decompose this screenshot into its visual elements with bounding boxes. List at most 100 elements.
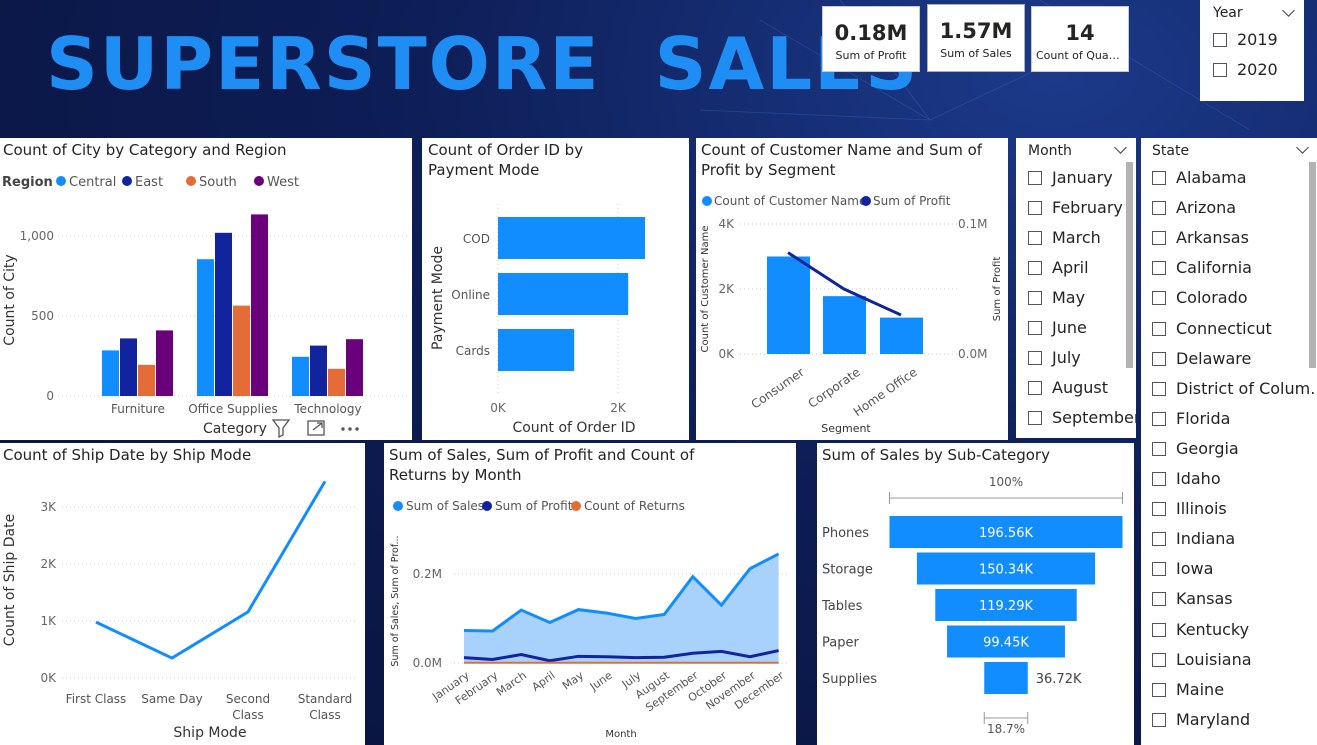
chart-shipdate-by-mode[interactable]: Count of Ship Date by Ship Mode 0K 1K 2K 3K… xyxy=(0,443,365,745)
checkbox[interactable] xyxy=(1152,231,1166,246)
checkbox[interactable] xyxy=(1152,171,1166,185)
legend-label: Central xyxy=(69,175,116,190)
checkbox[interactable] xyxy=(1152,321,1166,336)
checkbox[interactable] xyxy=(1152,291,1166,306)
checkbox[interactable] xyxy=(1152,351,1166,366)
checkbox[interactable] xyxy=(1028,291,1042,305)
state-option[interactable]: Louisiana xyxy=(1152,650,1252,669)
x-axis-title: Segment xyxy=(821,422,871,435)
state-option[interactable]: Florida xyxy=(1152,409,1230,428)
month-option[interactable]: May xyxy=(1028,288,1085,307)
checkbox[interactable] xyxy=(1152,201,1166,216)
checkbox[interactable] xyxy=(1213,63,1227,77)
chart-customers-by-segment[interactable]: Count of Customer Name and Sum of Profit… xyxy=(696,138,1008,440)
data-label: 196.56K xyxy=(979,526,1033,541)
state-option[interactable]: Kansas xyxy=(1152,589,1233,608)
state-option[interactable]: Kentucky xyxy=(1152,620,1249,639)
x-axis-title: Count of Order ID xyxy=(512,420,635,436)
month-option[interactable]: July xyxy=(1028,348,1081,367)
state-option[interactable]: California xyxy=(1152,258,1252,277)
checkbox[interactable] xyxy=(1152,652,1166,667)
bar xyxy=(138,364,155,396)
checkbox[interactable] xyxy=(1152,592,1166,607)
month-option[interactable]: January xyxy=(1028,168,1113,187)
chart-sales-by-month[interactable]: Sum of Sales, Sum of Profit and Count of… xyxy=(384,443,796,745)
x-axis-title: Ship Mode xyxy=(173,725,246,741)
checkbox[interactable] xyxy=(1152,532,1166,547)
checkbox[interactable] xyxy=(1028,201,1042,215)
option-label: 2020 xyxy=(1237,60,1278,79)
state-option[interactable]: Alabama xyxy=(1152,168,1247,187)
checkbox[interactable] xyxy=(1152,712,1166,727)
state-option[interactable]: Maine xyxy=(1152,680,1224,699)
month-option[interactable]: August xyxy=(1028,378,1108,397)
checkbox[interactable] xyxy=(1152,502,1166,517)
state-option[interactable]: Connecticut xyxy=(1152,319,1272,338)
option-label: Arkansas xyxy=(1176,228,1249,248)
state-option[interactable]: Colorado xyxy=(1152,288,1248,307)
checkbox[interactable] xyxy=(1152,261,1166,276)
category-label: Storage xyxy=(822,563,873,578)
chart-orders-by-payment[interactable]: Count of Order ID by Payment Mode 0K 2K CO… xyxy=(422,138,689,440)
checkbox[interactable] xyxy=(1028,351,1042,365)
legend-label: Sum of Profit xyxy=(495,499,573,513)
slicer-option-2020[interactable]: 2020 xyxy=(1213,60,1278,79)
checkbox[interactable] xyxy=(1028,231,1042,245)
kpi-card-quantity[interactable]: 14 Count of Quan... xyxy=(1031,6,1129,72)
state-option[interactable]: Indiana xyxy=(1152,529,1235,548)
month-option[interactable]: June xyxy=(1028,318,1087,337)
checkbox[interactable] xyxy=(1213,33,1227,47)
slicer-option-2019[interactable]: 2019 xyxy=(1213,30,1278,49)
state-option[interactable]: Delaware xyxy=(1152,349,1251,368)
checkbox[interactable] xyxy=(1028,321,1042,335)
state-option[interactable]: Arizona xyxy=(1152,198,1236,217)
chevron-down-icon[interactable] xyxy=(1282,4,1295,17)
option-label: January xyxy=(1052,168,1113,187)
month-option[interactable]: April xyxy=(1028,258,1089,277)
state-option[interactable]: Iowa xyxy=(1152,559,1213,578)
kpi-card-profit[interactable]: 0.18M Sum of Profit xyxy=(822,6,920,72)
option-label: Kentucky xyxy=(1176,619,1250,639)
chevron-down-icon[interactable] xyxy=(1296,141,1309,154)
y-axis-title: Payment Mode xyxy=(430,246,446,350)
checkbox[interactable] xyxy=(1152,562,1166,577)
legend-marker xyxy=(861,196,871,206)
checkbox[interactable] xyxy=(1152,411,1166,426)
checkbox[interactable] xyxy=(1028,261,1042,275)
checkbox[interactable] xyxy=(1028,171,1042,185)
kpi-card-sales[interactable]: 1.57M Sum of Sales xyxy=(927,4,1025,72)
scrollbar[interactable] xyxy=(1309,162,1316,368)
x-tick-label: Standard xyxy=(298,692,353,706)
checkbox[interactable] xyxy=(1028,381,1042,395)
checkbox[interactable] xyxy=(1152,472,1166,486)
chart-sales-by-subcategory[interactable]: Sum of Sales by Sub-Category 100% Phones 1… xyxy=(817,443,1134,745)
option-label: Alabama xyxy=(1176,168,1247,187)
state-option[interactable]: Arkansas xyxy=(1152,228,1249,247)
checkbox[interactable] xyxy=(1028,411,1042,425)
checkbox[interactable] xyxy=(1152,381,1166,396)
kpi-value: 14 xyxy=(1065,21,1095,45)
state-option[interactable]: District of Colum... xyxy=(1152,379,1317,398)
slicer-title: State xyxy=(1152,143,1190,159)
checkbox[interactable] xyxy=(1152,441,1166,456)
month-option[interactable]: September xyxy=(1028,408,1136,427)
checkbox[interactable] xyxy=(1152,682,1166,697)
state-option[interactable]: Georgia xyxy=(1152,439,1239,458)
data-label: 99.45K xyxy=(983,636,1029,651)
month-option[interactable]: March xyxy=(1028,228,1101,247)
state-option[interactable]: Maryland xyxy=(1152,710,1250,729)
month-option[interactable]: February xyxy=(1028,198,1123,217)
legend-marker xyxy=(254,176,264,186)
x-tick-label: June xyxy=(587,669,615,694)
y-tick-label: Cards xyxy=(456,344,490,358)
data-label: 36.72K xyxy=(1036,672,1082,687)
scrollbar[interactable] xyxy=(1126,162,1133,368)
state-option[interactable]: Illinois xyxy=(1152,499,1227,518)
chart-svg: 100% Phones 196.56K Storage 150.34K Tables 119… xyxy=(821,475,1123,736)
y-tick-label: 500 xyxy=(31,309,54,323)
legend-label: East xyxy=(135,175,163,190)
checkbox[interactable] xyxy=(1152,622,1166,637)
chart-city-by-category[interactable]: Count of City by Category and Region Reg… xyxy=(0,138,412,440)
state-option[interactable]: Idaho xyxy=(1152,469,1221,488)
chevron-down-icon[interactable] xyxy=(1114,141,1127,154)
